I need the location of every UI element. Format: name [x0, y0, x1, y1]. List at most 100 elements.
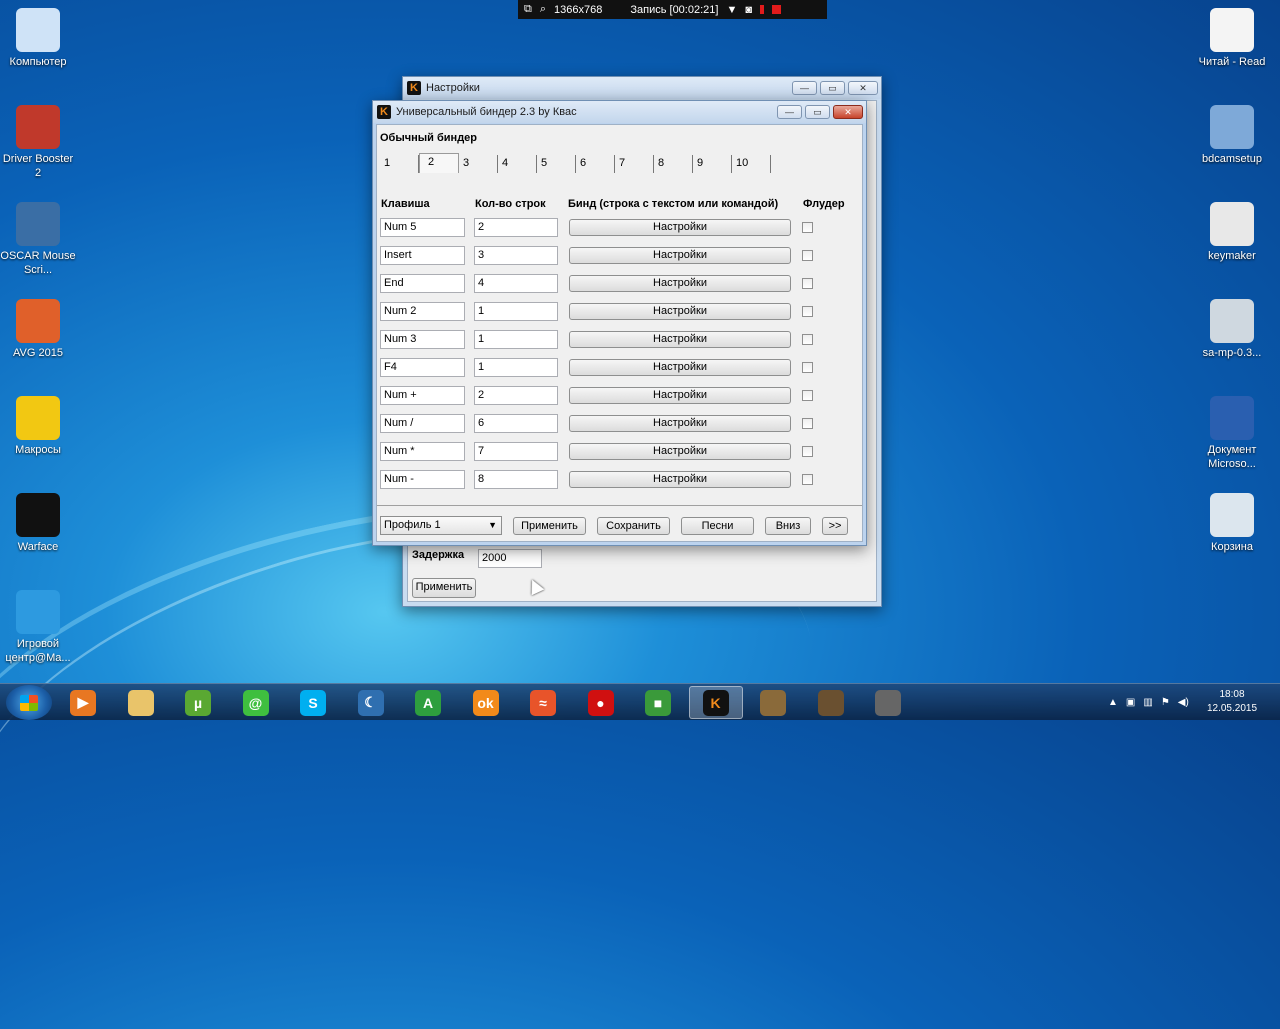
- flood-checkbox[interactable]: [802, 362, 813, 373]
- taskbar-item-6[interactable]: A: [401, 686, 455, 719]
- zoom-icon[interactable]: ⌕: [540, 3, 546, 16]
- bind-settings-button[interactable]: Настройки: [569, 415, 791, 432]
- flood-checkbox[interactable]: [802, 250, 813, 261]
- delay-input[interactable]: 2000: [478, 549, 542, 568]
- desktop-icon-left-3[interactable]: AVG 2015: [0, 299, 76, 360]
- tray-volume-icon[interactable]: ◀): [1178, 697, 1189, 708]
- tab-6[interactable]: 6: [576, 155, 615, 173]
- desktop-icon-left-0[interactable]: Компьютер: [0, 8, 76, 69]
- dropdown-icon[interactable]: ▼: [726, 4, 737, 16]
- line-count-input[interactable]: 2: [474, 386, 558, 405]
- down-button[interactable]: Вниз: [765, 517, 811, 535]
- taskbar-item-10[interactable]: ■: [631, 686, 685, 719]
- line-count-input[interactable]: 1: [474, 358, 558, 377]
- taskbar-item-5[interactable]: ☾: [344, 686, 398, 719]
- bind-settings-button[interactable]: Настройки: [569, 359, 791, 376]
- binder-titlebar[interactable]: K Универсальный биндер 2.3 by Квас — ▭ ✕: [373, 101, 866, 123]
- line-count-input[interactable]: 7: [474, 442, 558, 461]
- recorder-window-icon[interactable]: ⧉: [524, 3, 532, 16]
- line-count-input[interactable]: 1: [474, 302, 558, 321]
- settings-apply-button[interactable]: Применить: [412, 578, 476, 598]
- bind-settings-button[interactable]: Настройки: [569, 471, 791, 488]
- bind-settings-button[interactable]: Настройки: [569, 247, 791, 264]
- tray-device-icon[interactable]: ▣: [1126, 697, 1135, 708]
- tab-2[interactable]: 2: [419, 153, 459, 173]
- flood-checkbox[interactable]: [802, 306, 813, 317]
- tray-flag-icon[interactable]: ⚑: [1161, 697, 1170, 708]
- profile-select[interactable]: Профиль 1 ▼: [380, 516, 502, 535]
- next-button[interactable]: >>: [822, 517, 848, 535]
- close-button[interactable]: ✕: [833, 105, 863, 119]
- desktop-icon-left-1[interactable]: Driver Booster 2: [0, 105, 76, 180]
- apply-button[interactable]: Применить: [513, 517, 586, 535]
- tab-4[interactable]: 4: [498, 155, 537, 173]
- taskbar-item-13[interactable]: [804, 686, 858, 719]
- tab-9[interactable]: 9: [693, 155, 732, 173]
- desktop-icon-right-0[interactable]: Читай - Read: [1194, 8, 1270, 69]
- key-input[interactable]: F4: [380, 358, 465, 377]
- key-input[interactable]: End: [380, 274, 465, 293]
- desktop-icon-right-4[interactable]: Документ Microso...: [1194, 396, 1270, 471]
- bind-settings-button[interactable]: Настройки: [569, 331, 791, 348]
- bind-settings-button[interactable]: Настройки: [569, 219, 791, 236]
- maximize-button[interactable]: ▭: [805, 105, 830, 119]
- tray-expand-icon[interactable]: ▲: [1108, 697, 1118, 708]
- desktop-icon-left-5[interactable]: Warface: [0, 493, 76, 554]
- line-count-input[interactable]: 6: [474, 414, 558, 433]
- line-count-input[interactable]: 8: [474, 470, 558, 489]
- key-input[interactable]: Num -: [380, 470, 465, 489]
- desktop-icon-right-3[interactable]: sa-mp-0.3...: [1194, 299, 1270, 360]
- line-count-input[interactable]: 3: [474, 246, 558, 265]
- desktop-icon-left-4[interactable]: Макросы: [0, 396, 76, 457]
- tab-5[interactable]: 5: [537, 155, 576, 173]
- camera-icon[interactable]: ◙: [745, 4, 752, 16]
- tab-7[interactable]: 7: [615, 155, 654, 173]
- flood-checkbox[interactable]: [802, 446, 813, 457]
- tab-3[interactable]: 3: [459, 155, 498, 173]
- tab-1[interactable]: 1: [380, 155, 419, 173]
- key-input[interactable]: Num 5: [380, 218, 465, 237]
- minimize-button[interactable]: —: [792, 81, 817, 95]
- line-count-input[interactable]: 4: [474, 274, 558, 293]
- minimize-button[interactable]: —: [777, 105, 802, 119]
- desktop-icon-left-6[interactable]: Игровой центр@Ma...: [0, 590, 76, 665]
- tray-network-icon[interactable]: ▥: [1143, 697, 1152, 708]
- desktop-icon-right-2[interactable]: keymaker: [1194, 202, 1270, 263]
- start-button[interactable]: [6, 685, 52, 720]
- desktop-icon-left-2[interactable]: OSCAR Mouse Scri...: [0, 202, 76, 277]
- bind-settings-button[interactable]: Настройки: [569, 303, 791, 320]
- flood-checkbox[interactable]: [802, 278, 813, 289]
- songs-button[interactable]: Песни: [681, 517, 754, 535]
- save-button[interactable]: Сохранить: [597, 517, 670, 535]
- bind-settings-button[interactable]: Настройки: [569, 275, 791, 292]
- maximize-button[interactable]: ▭: [820, 81, 845, 95]
- bind-settings-button[interactable]: Настройки: [569, 443, 791, 460]
- pause-icon[interactable]: [760, 5, 764, 14]
- close-button[interactable]: ✕: [848, 81, 878, 95]
- key-input[interactable]: Num *: [380, 442, 465, 461]
- taskbar-item-7[interactable]: ok: [459, 686, 513, 719]
- tab-10[interactable]: 10: [732, 155, 771, 173]
- taskbar-item-14[interactable]: [861, 686, 915, 719]
- flood-checkbox[interactable]: [802, 334, 813, 345]
- taskbar-item-0[interactable]: ▶: [56, 686, 110, 719]
- taskbar-item-12[interactable]: [746, 686, 800, 719]
- flood-checkbox[interactable]: [802, 418, 813, 429]
- key-input[interactable]: Num /: [380, 414, 465, 433]
- taskbar-item-9[interactable]: ●: [574, 686, 628, 719]
- key-input[interactable]: Num 3: [380, 330, 465, 349]
- line-count-input[interactable]: 2: [474, 218, 558, 237]
- taskbar-item-4[interactable]: S: [286, 686, 340, 719]
- flood-checkbox[interactable]: [802, 222, 813, 233]
- taskbar-item-2[interactable]: µ: [171, 686, 225, 719]
- key-input[interactable]: Num 2: [380, 302, 465, 321]
- tab-8[interactable]: 8: [654, 155, 693, 173]
- taskbar-item-11[interactable]: K: [688, 686, 743, 719]
- flood-checkbox[interactable]: [802, 474, 813, 485]
- desktop-icon-right-1[interactable]: bdcamsetup: [1194, 105, 1270, 166]
- desktop-icon-right-5[interactable]: Корзина: [1194, 493, 1270, 554]
- clock[interactable]: 18:08 12.05.2015: [1200, 688, 1264, 716]
- taskbar-item-1[interactable]: [114, 686, 168, 719]
- line-count-input[interactable]: 1: [474, 330, 558, 349]
- key-input[interactable]: Num +: [380, 386, 465, 405]
